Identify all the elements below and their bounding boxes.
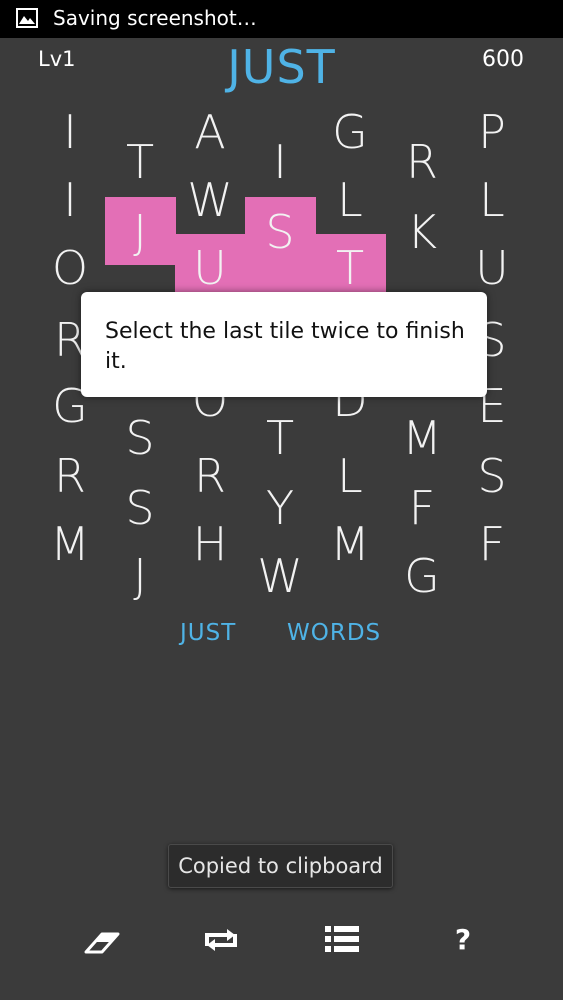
- list-icon: [320, 918, 364, 962]
- letter-tile[interactable]: F: [457, 521, 527, 567]
- letter-tile[interactable]: W: [245, 553, 315, 599]
- letter-tile[interactable]: J: [105, 209, 175, 255]
- letter-tile[interactable]: L: [315, 453, 385, 499]
- toast: Copied to clipboard: [168, 844, 393, 888]
- letter-tile[interactable]: I: [245, 139, 315, 185]
- letter-tile[interactable]: A: [175, 109, 245, 155]
- letter-tile[interactable]: T: [315, 245, 385, 291]
- letter-tile[interactable]: M: [387, 415, 457, 461]
- letter-tile[interactable]: R: [35, 453, 105, 499]
- letter-tile[interactable]: L: [457, 177, 527, 223]
- letter-tile[interactable]: S: [105, 415, 175, 461]
- letter-tile[interactable]: O: [35, 245, 105, 291]
- eraser-button[interactable]: [80, 918, 124, 962]
- letter-tile[interactable]: S: [245, 209, 315, 255]
- letter-tile[interactable]: U: [175, 245, 245, 291]
- letter-tile[interactable]: R: [387, 139, 457, 185]
- letter-tile[interactable]: L: [315, 177, 385, 223]
- shuffle-icon: [199, 918, 243, 962]
- found-word[interactable]: WORDS: [287, 620, 381, 646]
- letter-tile[interactable]: G: [387, 553, 457, 599]
- help-icon: ?: [454, 923, 472, 956]
- letter-tile[interactable]: K: [387, 209, 457, 255]
- letter-tile[interactable]: R: [175, 453, 245, 499]
- letter-tile[interactable]: U: [457, 245, 527, 291]
- letter-tile[interactable]: G: [315, 109, 385, 155]
- letter-tile[interactable]: P: [457, 109, 527, 155]
- word-list-button[interactable]: [320, 918, 364, 962]
- hint-popup[interactable]: Select the last tile twice to finish it.: [81, 292, 487, 397]
- letter-tile[interactable]: F: [387, 485, 457, 531]
- letter-tile[interactable]: T: [105, 139, 175, 185]
- letter-tile[interactable]: T: [245, 415, 315, 461]
- letter-tile[interactable]: M: [315, 521, 385, 567]
- letter-tile[interactable]: Y: [245, 485, 315, 531]
- hint-message: Select the last tile twice to finish it.: [105, 319, 465, 374]
- shuffle-button[interactable]: [199, 918, 243, 962]
- letter-tile[interactable]: J: [105, 553, 175, 599]
- found-words-list: JUST WORDS: [0, 620, 563, 652]
- letter-tile[interactable]: I: [35, 109, 105, 155]
- letter-tile[interactable]: S: [105, 485, 175, 531]
- found-word[interactable]: JUST: [180, 620, 236, 646]
- eraser-icon: [80, 918, 124, 962]
- letter-tile[interactable]: S: [457, 453, 527, 499]
- letter-tile[interactable]: H: [175, 521, 245, 567]
- toast-text: Copied to clipboard: [178, 854, 383, 878]
- help-button[interactable]: ?: [441, 918, 485, 962]
- letter-tile[interactable]: W: [175, 177, 245, 223]
- letter-tile[interactable]: M: [35, 521, 105, 567]
- letter-tile[interactable]: I: [35, 177, 105, 223]
